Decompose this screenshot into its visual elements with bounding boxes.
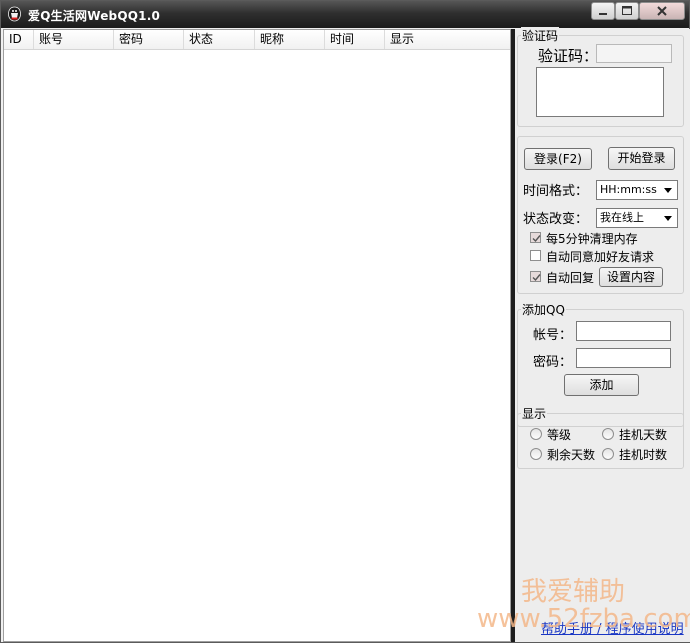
option-clean-memory[interactable]: 每5分钟清理内存 [530, 230, 670, 246]
radio-remaining-days-label: 剩余天数 [547, 448, 596, 462]
close-button[interactable] [639, 2, 685, 20]
add-qq-group-title: 添加QQ [521, 301, 566, 318]
main-window: 爱Q生活网WebQQ1.0 ID 账号 密码 状态 昵称 时间 显示 验证码 验… [0, 0, 690, 643]
minimize-button[interactable] [591, 2, 615, 20]
add-password-label: 密码： [533, 355, 573, 370]
time-format-label: 时间格式： [523, 184, 589, 199]
accounts-list-header: ID 账号 密码 状态 昵称 时间 显示 [4, 30, 510, 50]
checkbox-auto-accept-friend[interactable] [530, 250, 541, 261]
radio-online-hours-label: 挂机时数 [619, 448, 668, 462]
display-group-title: 显示 [521, 405, 548, 422]
app-logo-icon [8, 6, 21, 22]
captcha-input[interactable] [596, 44, 672, 63]
column-header-display[interactable]: 显示 [385, 30, 510, 49]
watermark-url: www.52fzba.com [477, 604, 690, 634]
radio-level[interactable] [530, 428, 542, 440]
column-header-time[interactable]: 时间 [325, 30, 385, 49]
time-format-value: HH:mm:ss [600, 183, 657, 196]
option-auto-accept-friend-label: 自动同意加好友请求 [546, 250, 655, 264]
checkbox-auto-reply[interactable] [530, 271, 541, 282]
add-button[interactable]: 添加 [564, 374, 639, 396]
radio-remaining-days[interactable] [530, 448, 542, 460]
set-content-button[interactable]: 设置内容 [599, 267, 663, 287]
radio-online-hours[interactable] [602, 448, 614, 460]
close-icon [657, 6, 667, 16]
login-button[interactable]: 登录(F2) [524, 148, 592, 170]
checkbox-clean-memory[interactable] [530, 232, 541, 243]
radio-level-label: 等级 [547, 428, 572, 442]
title-bar[interactable]: 爱Q生活网WebQQ1.0 [1, 1, 689, 28]
time-format-select[interactable]: HH:mm:ss [596, 180, 678, 200]
minimize-icon [599, 13, 607, 15]
chevron-down-icon [664, 188, 672, 193]
status-change-value: 我在线上 [600, 211, 644, 224]
column-header-id[interactable]: ID [4, 30, 34, 49]
radio-online-days-label: 挂机天数 [619, 428, 668, 442]
column-header-nickname[interactable]: 昵称 [255, 30, 325, 49]
column-header-account[interactable]: 账号 [34, 30, 114, 49]
captcha-group-title: 验证码 [521, 27, 560, 44]
captcha-image [536, 67, 664, 117]
window-title: 爱Q生活网WebQQ1.0 [28, 9, 160, 23]
add-account-input[interactable] [576, 321, 671, 341]
captcha-label: 验证码： [538, 47, 599, 65]
watermark-title: 我爱辅助 [521, 577, 626, 607]
checkmark-icon [532, 274, 541, 282]
accounts-list[interactable]: ID 账号 密码 状态 昵称 时间 显示 [3, 29, 511, 642]
maximize-icon [622, 6, 632, 15]
checkmark-icon [532, 235, 541, 243]
control-panel: 验证码 验证码： 登录(F2) 开始登录 时间格式： HH:mm:ss 状态改变… [515, 27, 690, 642]
status-change-select[interactable]: 我在线上 [596, 208, 678, 228]
column-header-status[interactable]: 状态 [184, 30, 255, 49]
maximize-button[interactable] [615, 2, 639, 20]
start-login-button[interactable]: 开始登录 [608, 147, 675, 170]
option-auto-reply-label: 自动回复 [546, 271, 595, 285]
status-change-label: 状态改变： [523, 212, 589, 227]
column-header-password[interactable]: 密码 [114, 30, 184, 49]
option-auto-reply[interactable]: 自动回复 [530, 269, 600, 285]
chevron-down-icon [664, 216, 672, 221]
option-auto-accept-friend[interactable]: 自动同意加好友请求 [530, 248, 680, 264]
add-password-input[interactable] [576, 348, 671, 368]
radio-online-days[interactable] [602, 428, 614, 440]
option-clean-memory-label: 每5分钟清理内存 [546, 232, 638, 246]
add-account-label: 帐号： [533, 328, 573, 343]
